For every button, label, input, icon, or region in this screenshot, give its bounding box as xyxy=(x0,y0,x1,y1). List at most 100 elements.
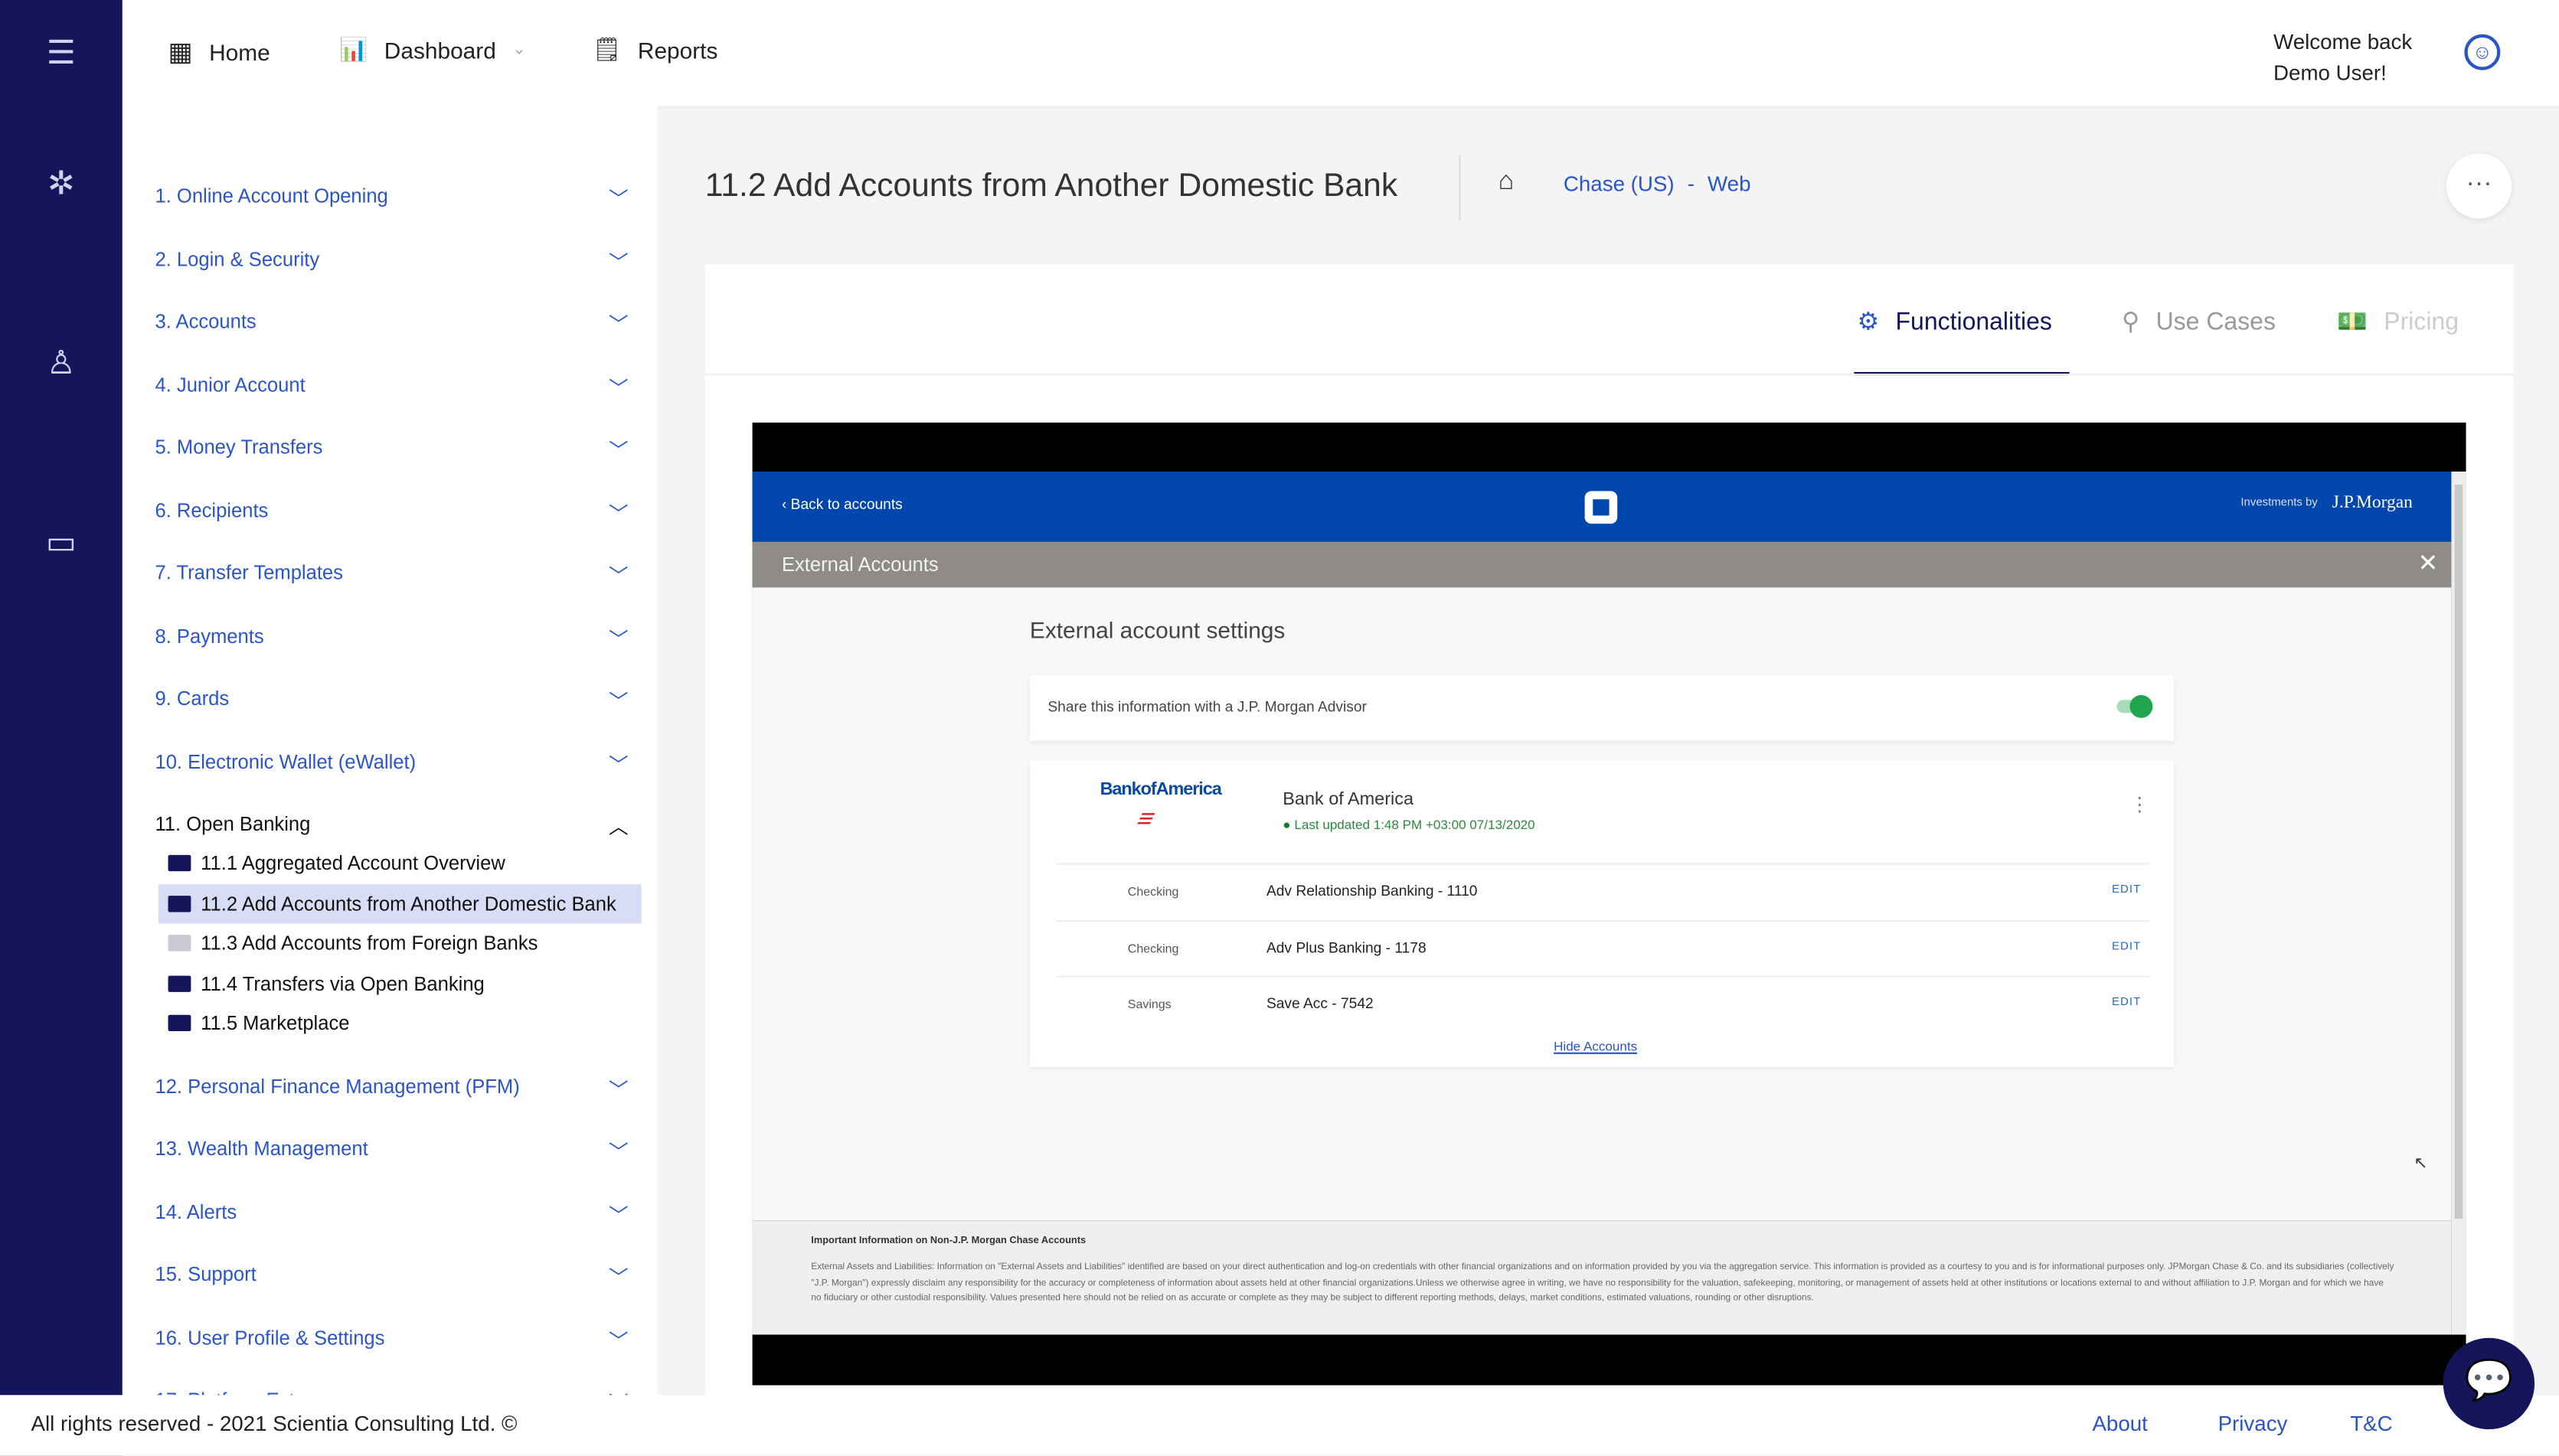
tab-label: Functionalities xyxy=(1895,307,2052,336)
network-icon[interactable]: ✲ xyxy=(41,165,81,205)
breadcrumb-bank[interactable]: Chase (US) xyxy=(1564,171,1675,196)
about-link[interactable]: About xyxy=(2092,1412,2147,1436)
nav-section-item[interactable]: 6. Recipients ﹀ xyxy=(155,499,628,527)
chevron-down-icon: ﹀ xyxy=(608,251,629,275)
nav-subitem[interactable]: 11.2 Add Accounts from Another Domestic … xyxy=(158,883,642,923)
tab-label: Use Cases xyxy=(2155,307,2276,336)
nav-subitem[interactable]: 11.4 Transfers via Open Banking xyxy=(159,964,642,1003)
chat-button[interactable]: 💬 xyxy=(2443,1337,2535,1430)
menu-icon[interactable]: ☰ xyxy=(41,34,81,75)
bar-chart-icon: 📊 xyxy=(339,35,368,62)
back-to-accounts-link[interactable]: ‹ Back to accounts xyxy=(782,496,903,512)
nav-subitem[interactable]: 11.1 Aggregated Account Overview xyxy=(159,844,642,883)
edit-account-link[interactable]: EDIT xyxy=(2112,884,2141,896)
nav-section-item[interactable]: 5. Money Transfers ﹀ xyxy=(155,436,628,463)
user-avatar-icon[interactable]: ☺ xyxy=(2464,34,2501,70)
nav-section-label: 13. Wealth Management xyxy=(155,1137,368,1161)
nav-section-item[interactable]: 11. Open Banking ︿ xyxy=(155,812,628,840)
edit-account-link[interactable]: EDIT xyxy=(2112,997,2141,1008)
chevron-down-icon: ﹀ xyxy=(608,502,629,526)
nav-subitem-label: 11.2 Add Accounts from Another Domestic … xyxy=(201,891,616,915)
nav-section-item[interactable]: 2. Login & Security ﹀ xyxy=(155,248,628,276)
nav-section-item[interactable]: 16. User Profile & Settings ﹀ xyxy=(155,1327,628,1354)
account-row: Checking Adv Relationship Banking - 1110… xyxy=(1056,863,2150,919)
nav-section-item[interactable]: 15. Support ﹀ xyxy=(155,1263,628,1291)
nav-section-item[interactable]: 17. Platform Extras ﹀ xyxy=(155,1389,628,1396)
nav-section-item[interactable]: 7. Transfer Templates ﹀ xyxy=(155,561,628,589)
section-nav: 1. Online Account Opening ﹀ 2. Login & Sec… xyxy=(122,106,658,1396)
chevron-down-icon: ﹀ xyxy=(608,1140,629,1164)
nav-section-item[interactable]: 13. Wealth Management ﹀ xyxy=(155,1138,628,1165)
nav-subitem-label: 11.4 Transfers via Open Banking xyxy=(201,971,485,995)
chevron-down-icon: ⌄ xyxy=(512,41,527,59)
home-icon[interactable]: ⌂ xyxy=(1498,168,1515,198)
nav-section-item[interactable]: 8. Payments ﹀ xyxy=(155,625,628,652)
chevron-down-icon: ﹀ xyxy=(608,1330,629,1353)
account-name: Save Acc - 7542 xyxy=(1266,995,1374,1012)
last-updated: ● Last updated 1:48 PM +03:00 07/13/2020 xyxy=(1283,818,1534,832)
nav-home[interactable]: ▦ Home xyxy=(168,36,270,69)
nav-section-label: 5. Money Transfers xyxy=(155,436,323,459)
tab-pricing[interactable]: 💵 Pricing xyxy=(2337,307,2459,336)
chase-header: ‹ Back to accounts Investments by J.P.Mo… xyxy=(752,471,2452,542)
top-bar: ▦ Home 📊 Dashboard ⌄ 🗒 Reports Welcome back D… xyxy=(122,0,2559,106)
nav-subitem[interactable]: 11.5 Marketplace xyxy=(159,1004,642,1043)
nav-section-label: 12. Personal Finance Management (PFM) xyxy=(155,1075,520,1099)
chat-bubble-icon: 💬 xyxy=(2464,1359,2514,1404)
account-name: Adv Plus Banking - 1178 xyxy=(1266,939,1427,955)
folder-icon xyxy=(168,854,191,872)
breadcrumb-channel[interactable]: Web xyxy=(1708,171,1750,196)
nav-section-item[interactable]: 14. Alerts ﹀ xyxy=(155,1201,628,1229)
chevron-down-icon: ﹀ xyxy=(608,564,629,588)
terms-link[interactable]: T&C xyxy=(2350,1412,2392,1436)
folder-icon xyxy=(168,935,191,952)
chevron-down-icon: ﹀ xyxy=(608,188,629,211)
settings-title: External account settings xyxy=(1029,616,1286,643)
nav-section-label: 17. Platform Extras xyxy=(155,1389,322,1396)
tab-use-cases[interactable]: ⚲ Use Cases xyxy=(2122,307,2276,336)
chevron-down-icon: ﹀ xyxy=(608,753,629,777)
nav-dashboard[interactable]: 📊 Dashboard ⌄ xyxy=(339,36,526,64)
nav-section-item[interactable]: 1. Online Account Opening ﹀ xyxy=(155,184,628,212)
account-row: Checking Adv Plus Banking - 1178 EDIT xyxy=(1056,919,2150,974)
disclaimer-title: Important Information on Non-J.P. Morgan… xyxy=(811,1236,1087,1247)
nav-section-item[interactable]: 3. Accounts ﹀ xyxy=(155,310,628,338)
kebab-menu-icon[interactable]: ⋮ xyxy=(2129,793,2149,816)
hide-accounts-link[interactable]: Hide Accounts xyxy=(1554,1040,1637,1054)
tab-label: Pricing xyxy=(2384,307,2459,336)
nav-section-item[interactable]: 9. Cards ﹀ xyxy=(155,687,628,714)
edit-account-link[interactable]: EDIT xyxy=(2112,941,2141,952)
account-type: Checking xyxy=(1127,884,1179,899)
nav-section-label: 16. User Profile & Settings xyxy=(155,1326,385,1350)
disclaimer-text: External Assets and Liabilities: Informa… xyxy=(811,1262,2394,1304)
nav-reports[interactable]: 🗒 Reports xyxy=(593,36,718,64)
tab-functionalities[interactable]: ⚙ Functionalities xyxy=(1858,307,2052,336)
nav-subitem[interactable]: 11.3 Add Accounts from Foreign Banks xyxy=(159,923,642,962)
bank-of-america-logo: BankofAmerica xyxy=(1100,779,1222,800)
user-icon[interactable]: ♙ xyxy=(41,344,81,385)
share-setting-row: Share this information with a J.P. Morga… xyxy=(1029,675,2175,741)
monitor-icon[interactable]: ▭ xyxy=(41,524,81,564)
footer: All rights reserved - 2021 Scientia Cons… xyxy=(0,1395,2559,1456)
breadcrumb-separator: - xyxy=(1687,171,1695,196)
account-name: Adv Relationship Banking - 1110 xyxy=(1266,883,1478,899)
nav-section-label: 11. Open Banking xyxy=(155,812,311,836)
more-options-button[interactable]: ··· xyxy=(2446,153,2512,219)
disclaimer: Important Information on Non-J.P. Morgan… xyxy=(752,1220,2452,1335)
nav-section-label: 14. Alerts xyxy=(155,1200,237,1224)
external-accounts-bar: External Accounts ✕ xyxy=(752,541,2452,588)
share-label: Share this information with a J.P. Morga… xyxy=(1047,698,1367,715)
close-icon[interactable]: ✕ xyxy=(2418,548,2439,577)
nav-section-item[interactable]: 4. Junior Account ﹀ xyxy=(155,374,628,401)
nav-section-label: 3. Accounts xyxy=(155,309,257,333)
privacy-link[interactable]: Privacy xyxy=(2218,1412,2288,1436)
nav-section-item[interactable]: 10. Electronic Wallet (eWallet) ﹀ xyxy=(155,750,628,778)
share-toggle[interactable] xyxy=(2116,694,2153,718)
nav-section-item[interactable]: 12. Personal Finance Management (PFM) ﹀ xyxy=(155,1076,628,1103)
home-label: Home xyxy=(209,39,270,66)
chevron-down-icon: ﹀ xyxy=(608,628,629,651)
nav-subitem-label: 11.1 Aggregated Account Overview xyxy=(201,851,505,875)
chevron-down-icon: ﹀ xyxy=(608,690,629,713)
nav-section-label: 10. Electronic Wallet (eWallet) xyxy=(155,750,417,774)
screenshot-viewer: ‹ Back to accounts Investments by J.P.Mo… xyxy=(752,423,2466,1386)
